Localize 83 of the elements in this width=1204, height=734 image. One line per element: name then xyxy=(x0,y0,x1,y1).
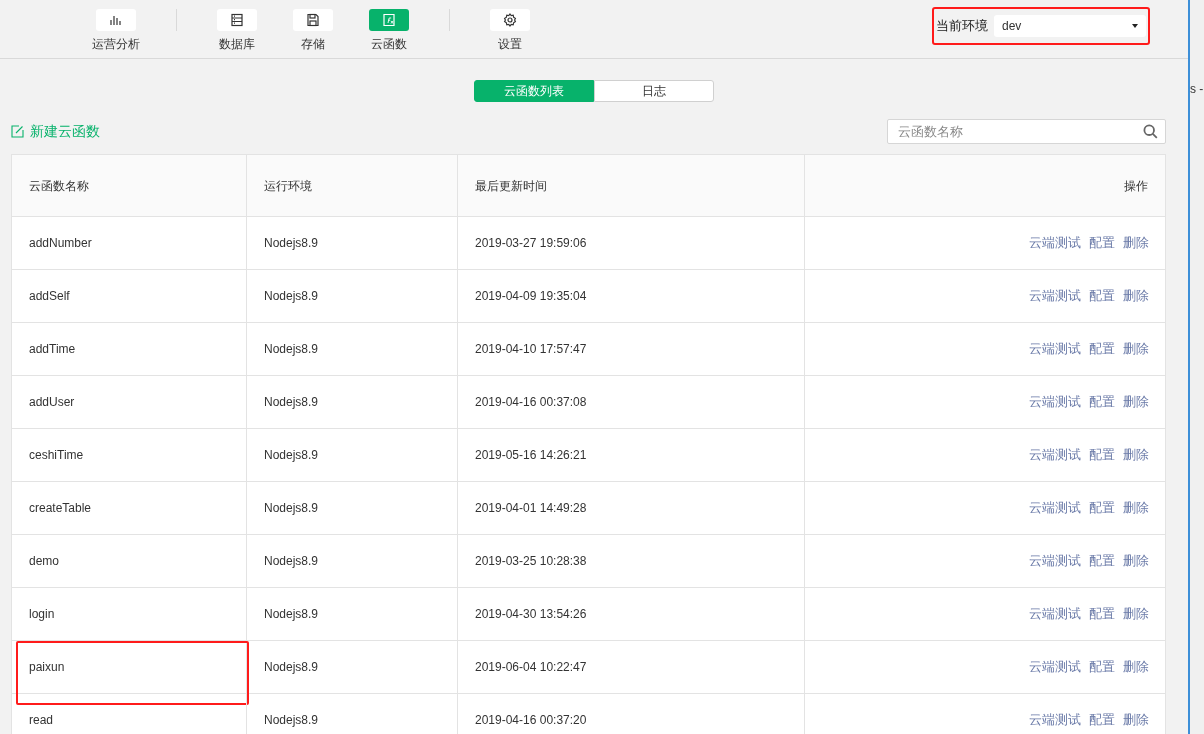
action-link[interactable]: 删除 xyxy=(1123,551,1149,571)
tab[interactable]: 云函数列表 xyxy=(474,80,594,102)
action-link[interactable]: 云端测试 xyxy=(1029,233,1081,253)
table-cell: Nodejs8.9 xyxy=(247,323,458,375)
action-link[interactable]: 配置 xyxy=(1089,551,1115,571)
settings-icon xyxy=(503,13,517,27)
column-header: 云函数名称 xyxy=(12,155,247,216)
column-header: 最后更新时间 xyxy=(458,155,805,216)
action-link[interactable]: 配置 xyxy=(1089,392,1115,412)
search-field[interactable]: 云函数名称 xyxy=(887,119,1166,144)
action-link[interactable]: 删除 xyxy=(1123,339,1149,359)
action-link[interactable]: 删除 xyxy=(1123,286,1149,306)
action-link[interactable]: 配置 xyxy=(1089,286,1115,306)
table-cell: addTime xyxy=(12,323,247,375)
table-cell: Nodejs8.9 xyxy=(247,535,458,587)
table-cell: addSelf xyxy=(12,270,247,322)
background-window: s - xyxy=(1188,0,1204,734)
table-cell: paixun xyxy=(12,641,247,693)
function-icon xyxy=(382,13,396,27)
table-cell: login xyxy=(12,588,247,640)
table-cell: ceshiTime xyxy=(12,429,247,481)
action-link[interactable]: 云端测试 xyxy=(1029,445,1081,465)
action-link[interactable]: 删除 xyxy=(1123,445,1149,465)
table-cell: demo xyxy=(12,535,247,587)
table-cell: 2019-03-25 10:28:38 xyxy=(458,535,805,587)
action-link[interactable]: 云端测试 xyxy=(1029,339,1081,359)
action-link[interactable]: 删除 xyxy=(1123,710,1149,730)
new-function-link[interactable]: 新建云函数 xyxy=(11,121,100,142)
edit-icon xyxy=(11,125,24,138)
action-link[interactable]: 云端测试 xyxy=(1029,710,1081,730)
table-cell: Nodejs8.9 xyxy=(247,641,458,693)
action-link[interactable]: 配置 xyxy=(1089,710,1115,730)
search-icon xyxy=(1143,124,1158,139)
table-cell: Nodejs8.9 xyxy=(247,270,458,322)
list-icon xyxy=(230,13,244,27)
table-cell: Nodejs8.9 xyxy=(247,694,458,734)
toolbar-tab[interactable]: 云函数 xyxy=(359,9,419,53)
toolbar-tab[interactable]: 存储 xyxy=(283,9,343,53)
table-cell: Nodejs8.9 xyxy=(247,429,458,481)
table-cell: addNumber xyxy=(12,217,247,269)
table-cell: Nodejs8.9 xyxy=(247,482,458,534)
table-cell: 2019-06-04 10:22:47 xyxy=(458,641,805,693)
action-link[interactable]: 删除 xyxy=(1123,657,1149,677)
column-header: 运行环境 xyxy=(247,155,458,216)
action-link[interactable]: 删除 xyxy=(1123,498,1149,518)
caret-icon xyxy=(1132,24,1138,28)
table-cell: createTable xyxy=(12,482,247,534)
action-link[interactable]: 配置 xyxy=(1089,604,1115,624)
table-cell: 2019-05-16 14:26:21 xyxy=(458,429,805,481)
table-cell: 2019-04-16 00:37:20 xyxy=(458,694,805,734)
action-link[interactable]: 配置 xyxy=(1089,498,1115,518)
column-header: 操作 xyxy=(1123,177,1149,195)
table-cell: 2019-03-27 19:59:06 xyxy=(458,217,805,269)
toolbar-tab[interactable]: 运营分析 xyxy=(86,9,146,53)
environment-label: 当前环境 xyxy=(936,17,988,36)
action-link[interactable]: 删除 xyxy=(1123,233,1149,253)
toolbar-tab[interactable]: 数据库 xyxy=(207,9,267,53)
table-cell: addUser xyxy=(12,376,247,428)
action-link[interactable]: 配置 xyxy=(1089,657,1115,677)
action-link[interactable]: 云端测试 xyxy=(1029,657,1081,677)
bar-chart-icon xyxy=(109,13,123,27)
table-cell: Nodejs8.9 xyxy=(247,217,458,269)
table-cell: 2019-04-10 17:57:47 xyxy=(458,323,805,375)
action-link[interactable]: 云端测试 xyxy=(1029,604,1081,624)
action-link[interactable]: 删除 xyxy=(1123,604,1149,624)
table-cell: Nodejs8.9 xyxy=(247,376,458,428)
action-link[interactable]: 配置 xyxy=(1089,233,1115,253)
action-link[interactable]: 配置 xyxy=(1089,339,1115,359)
action-link[interactable]: 云端测试 xyxy=(1029,551,1081,571)
action-link[interactable]: 配置 xyxy=(1089,445,1115,465)
action-link[interactable]: 云端测试 xyxy=(1029,392,1081,412)
action-link[interactable]: 云端测试 xyxy=(1029,498,1081,518)
table-cell: 2019-04-01 14:49:28 xyxy=(458,482,805,534)
table-cell: 2019-04-30 13:54:26 xyxy=(458,588,805,640)
environment-dropdown[interactable]: dev xyxy=(994,15,1146,37)
table-cell: 2019-04-09 19:35:04 xyxy=(458,270,805,322)
action-link[interactable]: 删除 xyxy=(1123,392,1149,412)
tab[interactable]: 日志 xyxy=(594,80,714,102)
table-cell: 2019-04-16 00:37:08 xyxy=(458,376,805,428)
toolbar-tab[interactable]: 设置 xyxy=(480,9,540,53)
table-cell: Nodejs8.9 xyxy=(247,588,458,640)
table-cell: read xyxy=(12,694,247,734)
action-link[interactable]: 云端测试 xyxy=(1029,286,1081,306)
